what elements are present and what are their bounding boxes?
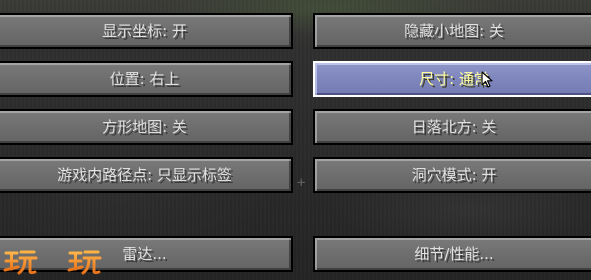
north-sunset-button[interactable]: 日落北方: 关: [313, 109, 591, 145]
size-button[interactable]: 尺寸: 通常: [313, 61, 591, 97]
cave-mode-button[interactable]: 洞穴模式: 开: [313, 157, 591, 193]
square-map-button[interactable]: 方形地图: 关: [0, 109, 293, 145]
position-button[interactable]: 位置: 右上: [0, 61, 293, 97]
mouse-cursor-icon: [481, 71, 493, 88]
crosshair-icon: +: [297, 175, 306, 191]
watermark-logo: [3, 250, 102, 275]
hide-minimap-button[interactable]: 隐藏小地图: 关: [313, 13, 591, 49]
ingame-waypoints-button[interactable]: 游戏内路径点: 只显示标签: [0, 157, 293, 193]
detail-performance-button[interactable]: 细节/性能...: [313, 236, 591, 272]
show-coordinates-button[interactable]: 显示坐标: 开: [0, 13, 293, 49]
